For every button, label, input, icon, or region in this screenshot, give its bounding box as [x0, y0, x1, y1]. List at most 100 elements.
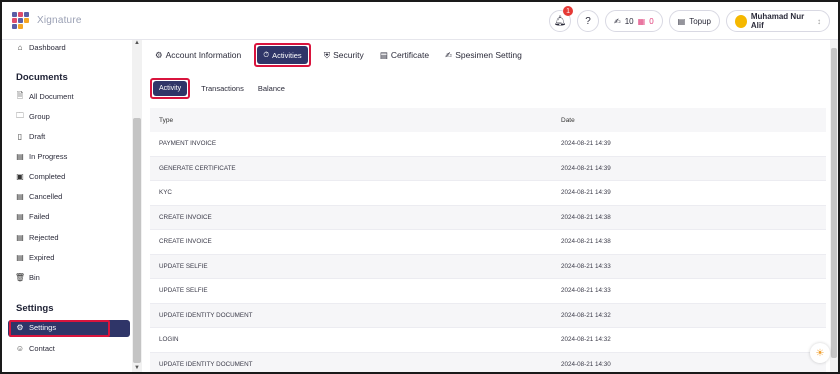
certificate-icon: ▤ [379, 49, 388, 60]
progress-icon: ▤ [16, 152, 24, 161]
sidebar-item-settings[interactable]: ⚙ Settings [16, 323, 56, 332]
scroll-up-icon[interactable]: ▲ [134, 40, 140, 46]
table-row: UPDATE IDENTITY DOCUMENT 2024-08-21 14:32 [150, 303, 826, 328]
cell-type: CREATE INVOICE [159, 238, 212, 246]
subtab-transactions[interactable]: Transactions [201, 84, 244, 93]
sidebar-item-failed[interactable]: ▤ Failed [16, 212, 49, 221]
sidebar-scroll-thumb[interactable] [133, 118, 141, 363]
tab-account-information[interactable]: ⚙ Account Information [155, 46, 241, 64]
activity-icon: ⏱︎ [263, 50, 270, 59]
tab-security[interactable]: ⛨ Security [324, 46, 364, 64]
sidebar-item-draft[interactable]: ▯ Draft [16, 132, 45, 141]
logo-icon [12, 12, 34, 29]
sidebar-item-label: All Document [29, 92, 74, 101]
settings-tabs: ⚙ Account Information ⏱︎ Activities ⛨ Se… [148, 43, 538, 67]
sidebar-item-label: In Progress [29, 152, 68, 161]
sidebar-item-all-document[interactable]: 🗎︎ All Document [16, 91, 74, 102]
topup-button[interactable]: ▤ Topup [668, 10, 720, 32]
table-row: UPDATE SELFIE 2024-08-21 14:33 [150, 279, 826, 304]
sidebar-item-bin[interactable]: 🗑︎ Bin [15, 273, 40, 282]
sidebar: ⌂ Dashboard Documents 🗎︎ All Document 🗀︎… [2, 40, 142, 372]
header-type: Type [159, 116, 174, 124]
rejected-icon: ▤ [16, 233, 24, 242]
tab-certificate[interactable]: ▤ Certificate [380, 46, 429, 64]
bell-icon: 🔔︎ [553, 15, 567, 27]
main-scrollbar[interactable] [830, 40, 838, 372]
cell-date: 2024-08-21 14:39 [561, 164, 611, 172]
subtab-activity[interactable]: Activity [149, 78, 191, 99]
sidebar-item-group[interactable]: 🗀︎ Group [16, 111, 50, 122]
wallet-icon: ▤ [677, 16, 686, 26]
gear-icon: ⚙ [155, 49, 163, 60]
logo-text: Xignature [37, 14, 82, 26]
scroll-down-icon[interactable]: ▼ [134, 365, 140, 371]
home-icon: ⌂ [17, 43, 23, 52]
draft-icon: ▯ [17, 132, 23, 141]
sidebar-item-label: Dashboard [29, 43, 66, 52]
cell-date: 2024-08-21 14:32 [561, 336, 611, 344]
completed-icon: ▣ [16, 172, 24, 181]
sidebar-item-dashboard[interactable]: ⌂ Dashboard [16, 43, 66, 52]
cell-date: 2024-08-21 14:33 [561, 262, 611, 270]
table-row: CREATE INVOICE 2024-08-21 14:38 [150, 205, 826, 230]
tab-label: Security [333, 50, 364, 60]
notification-badge: 1 [563, 6, 574, 16]
cell-type: LOGIN [159, 336, 179, 344]
help-icon: ? [585, 15, 591, 27]
shield-icon: ⛨ [323, 49, 331, 60]
signature-icon: ✍ [614, 16, 621, 26]
table-row: UPDATE SELFIE 2024-08-21 14:33 [150, 254, 826, 279]
table-header: Type Date [150, 108, 826, 132]
table-row: GENERATE CERTIFICATE 2024-08-21 14:39 [150, 156, 826, 181]
quota-pill[interactable]: ✍ 10 ▦ 0 [605, 10, 663, 32]
sidebar-item-expired[interactable]: ▤ Expired [16, 253, 54, 262]
failed-icon: ▤ [16, 212, 24, 221]
top-actions: 🔔︎ 1 ? ✍ 10 ▦ 0 ▤ Topup Muhamad Nur Alif… [549, 6, 830, 32]
user-menu[interactable]: Muhamad Nur Alif ↕ [726, 10, 830, 32]
main-scroll-thumb[interactable] [831, 48, 837, 358]
sidebar-scrollbar[interactable]: ▲ ▼ [132, 40, 142, 372]
cell-type: CREATE INVOICE [159, 213, 212, 221]
quota-stamp-count: 0 [649, 16, 654, 26]
sidebar-item-cancelled[interactable]: ▤ Cancelled [16, 192, 62, 201]
stamp-icon: ▦ [637, 16, 646, 26]
notification-button[interactable]: 🔔︎ 1 [549, 6, 574, 32]
subtab-balance[interactable]: Balance [258, 84, 285, 93]
sidebar-item-label: Completed [29, 172, 66, 181]
sidebar-item-rejected[interactable]: ▤ Rejected [16, 233, 58, 242]
cell-type: PAYMENT INVOICE [159, 140, 217, 148]
cancelled-icon: ▤ [16, 192, 24, 201]
sidebar-item-contact[interactable]: ☺ Contact [16, 344, 55, 353]
cell-type: UPDATE SELFIE [159, 262, 208, 270]
logo[interactable]: Xignature [12, 12, 82, 29]
tab-label: Account Information [165, 50, 242, 60]
sidebar-item-label: Expired [29, 253, 55, 262]
sidebar-item-label: Failed [29, 212, 50, 221]
cell-date: 2024-08-21 14:38 [561, 238, 611, 246]
tab-specimen-setting[interactable]: ✍ Spesimen Setting [445, 46, 522, 64]
cell-date: 2024-08-21 14:39 [561, 140, 611, 148]
sidebar-item-in-progress[interactable]: ▤ In Progress [16, 152, 67, 161]
tab-label: Certificate [390, 50, 430, 60]
activity-table: Type Date PAYMENT INVOICE 2024-08-21 14:3… [150, 108, 826, 372]
sidebar-item-label: Draft [29, 132, 46, 141]
header-date: Date [561, 116, 575, 124]
cell-date: 2024-08-21 14:30 [561, 360, 611, 368]
theme-toggle-button[interactable]: ☀ [810, 343, 830, 363]
activity-subtabs: Activity Transactions Balance [149, 78, 285, 99]
cell-date: 2024-08-21 14:38 [561, 213, 611, 221]
help-button[interactable]: ? [577, 10, 600, 32]
avatar [735, 14, 747, 28]
sidebar-item-label: Cancelled [29, 192, 63, 201]
cell-type: KYC [159, 189, 172, 197]
sidebar-item-completed[interactable]: ▣ Completed [16, 172, 65, 181]
tab-label: Spesimen Setting [455, 50, 522, 60]
sidebar-item-label: Settings [29, 323, 57, 332]
contact-icon: ☺ [15, 344, 25, 353]
signature-icon: ✍ [445, 49, 453, 60]
table-row: UPDATE IDENTITY DOCUMENT 2024-08-21 14:30 [150, 352, 826, 372]
table-body: PAYMENT INVOICE 2024-08-21 14:39 GENERATE … [150, 132, 826, 372]
top-bar: Xignature 🔔︎ 1 ? ✍ 10 ▦ 0 ▤ Topup Muhama… [2, 2, 838, 40]
sidebar-item-label: Bin [29, 273, 40, 282]
tab-activities[interactable]: ⏱︎ Activities [254, 43, 312, 67]
